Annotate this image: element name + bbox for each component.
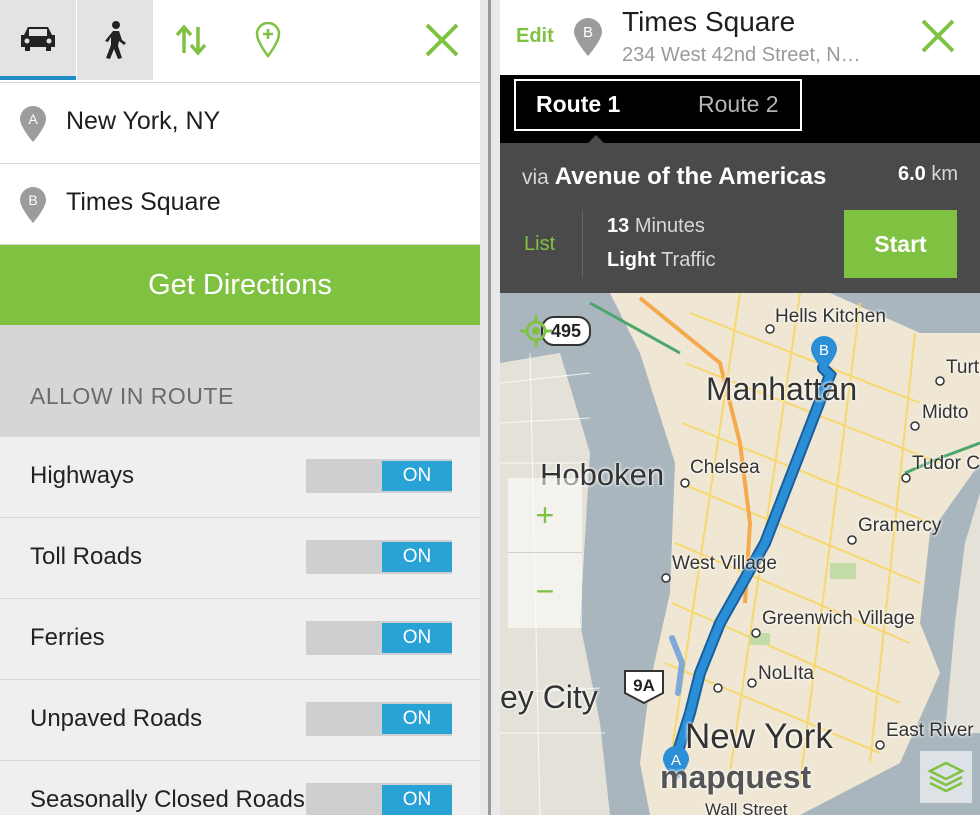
- unpaved-roads-toggle[interactable]: ON: [306, 702, 452, 736]
- map-label-new-york: New York: [685, 717, 833, 756]
- destination-field[interactable]: Times Square: [66, 188, 221, 217]
- walk-mode-button[interactable]: [77, 0, 153, 80]
- map-marker-b-label: B: [819, 342, 829, 359]
- tab-route-2[interactable]: Route 2: [698, 91, 779, 118]
- map-label-nolita: NoLIta: [758, 663, 814, 684]
- swap-icon: [175, 24, 207, 56]
- map-label-greenwich-village: Greenwich Village: [762, 608, 915, 629]
- map-label-chelsea: Chelsea: [690, 457, 760, 478]
- panel-divider: [480, 0, 500, 815]
- swap-direction-button[interactable]: [153, 0, 229, 80]
- travel-mode-bar: [0, 0, 480, 83]
- destination-title: Times Square: [622, 6, 796, 37]
- close-route-button[interactable]: [920, 18, 956, 59]
- add-stop-button[interactable]: [230, 0, 306, 80]
- route-via: via Avenue of the Americas: [522, 163, 826, 191]
- traffic-status: Light Traffic: [607, 249, 716, 272]
- option-label: Ferries: [30, 624, 105, 651]
- tab-route-1[interactable]: Route 1: [536, 91, 620, 118]
- add-stop-icon: [255, 22, 281, 58]
- destination-header: Edit B Times Square 234 West 42nd Street…: [500, 0, 980, 75]
- option-label: Unpaved Roads: [30, 705, 203, 732]
- zoom-controls: + −: [508, 478, 582, 628]
- map-label-hells-kitchen: Hells Kitchen: [775, 306, 886, 327]
- close-directions-button[interactable]: [404, 0, 480, 80]
- route-tabs: Route 1 Route 2: [514, 79, 802, 131]
- map-label-wall-street: Wall Street: [705, 800, 788, 815]
- map-label-west-village: West Village: [672, 553, 777, 574]
- map-label-tudor: Tudor C: [912, 453, 980, 474]
- option-row-toll-roads: Toll Roads ON: [0, 518, 480, 600]
- duration-value: 13: [607, 215, 630, 237]
- origin-input-row[interactable]: A New York, NY: [0, 83, 480, 165]
- map-label-midto: Midto: [922, 402, 969, 423]
- route-results-panel: Edit B Times Square 234 West 42nd Street…: [500, 0, 980, 815]
- get-directions-button[interactable]: Get Directions: [0, 245, 480, 325]
- route-summary: via Avenue of the Americas 6.0 km List 1…: [500, 143, 980, 293]
- zoom-out-button[interactable]: −: [508, 554, 582, 628]
- toggle-state: ON: [382, 785, 452, 815]
- map-label-gramercy: Gramercy: [858, 515, 942, 536]
- map-label-jersey-city: ey City: [500, 679, 598, 715]
- distance-value: 6.0: [897, 163, 926, 185]
- zoom-in-button[interactable]: +: [508, 478, 582, 553]
- destination-marker-letter: B: [583, 24, 593, 41]
- option-label: Toll Roads: [30, 543, 143, 570]
- traffic-level: Light: [607, 249, 656, 271]
- list-button[interactable]: List: [524, 233, 555, 256]
- seasonally-closed-roads-toggle[interactable]: ON: [306, 783, 452, 815]
- edit-button[interactable]: Edit: [516, 25, 554, 48]
- shield-495-label: 495: [551, 321, 581, 341]
- car-icon: [21, 27, 55, 51]
- map-label-turt: Turt: [946, 357, 980, 378]
- route-map[interactable]: B A 495 9A Hells Kitchen Manhattan Turt …: [500, 293, 980, 815]
- option-row-unpaved-roads: Unpaved Roads ON: [0, 680, 480, 762]
- layers-icon: [927, 761, 965, 793]
- distance-unit: km: [931, 163, 958, 185]
- allow-in-route-title: ALLOW IN ROUTE: [30, 383, 234, 409]
- location-a-pin-icon: A: [20, 106, 46, 142]
- option-row-seasonally-closed-roads: Seasonally Closed Roads ON: [0, 761, 480, 815]
- option-label: Highways: [30, 462, 135, 489]
- mapquest-logo: mapquest: [660, 759, 812, 795]
- start-navigation-button[interactable]: Start: [844, 210, 957, 278]
- close-icon: [921, 19, 955, 53]
- location-b-pin-icon: B: [574, 18, 602, 56]
- via-prefix: via: [522, 166, 549, 189]
- toggle-state: ON: [382, 461, 452, 491]
- toggle-state: ON: [382, 704, 452, 734]
- shield-9a-label: 9A: [633, 676, 655, 695]
- allow-in-route-header: ALLOW IN ROUTE: [0, 325, 480, 437]
- map-label-east-river: East River: [886, 720, 974, 741]
- option-row-highways: Highways ON: [0, 437, 480, 519]
- directions-options-panel: A New York, NY B Times Square Get Direct…: [0, 0, 480, 815]
- route-tabs-bar: Route 1 Route 2: [500, 75, 980, 145]
- walking-icon: [105, 21, 126, 59]
- route-distance: 6.0 km: [898, 163, 958, 186]
- car-mode-button[interactable]: [0, 0, 76, 80]
- crosshair-icon: [520, 315, 552, 347]
- destination-marker-letter: B: [28, 192, 37, 208]
- option-row-ferries: Ferries ON: [0, 599, 480, 681]
- ferries-toggle[interactable]: ON: [306, 621, 452, 655]
- destination-input-row[interactable]: B Times Square: [0, 164, 480, 246]
- map-label-manhattan: Manhattan: [706, 371, 858, 407]
- route-duration: 13 Minutes: [607, 215, 705, 238]
- toggle-state: ON: [382, 623, 452, 653]
- via-road: Avenue of the Americas: [554, 163, 827, 190]
- option-label: Seasonally Closed Roads: [30, 786, 305, 813]
- destination-address: 234 West 42nd Street, N…: [622, 44, 861, 66]
- highways-toggle[interactable]: ON: [306, 459, 452, 493]
- origin-marker-letter: A: [28, 111, 38, 127]
- origin-field[interactable]: New York, NY: [66, 107, 220, 136]
- toll-roads-toggle[interactable]: ON: [306, 540, 452, 574]
- duration-unit: Minutes: [634, 215, 705, 237]
- location-b-pin-icon: B: [20, 187, 46, 223]
- close-icon: [425, 23, 459, 57]
- summary-divider: [582, 211, 583, 277]
- traffic-word: Traffic: [661, 249, 716, 271]
- toggle-state: ON: [382, 542, 452, 572]
- map-layers-button[interactable]: [920, 751, 972, 803]
